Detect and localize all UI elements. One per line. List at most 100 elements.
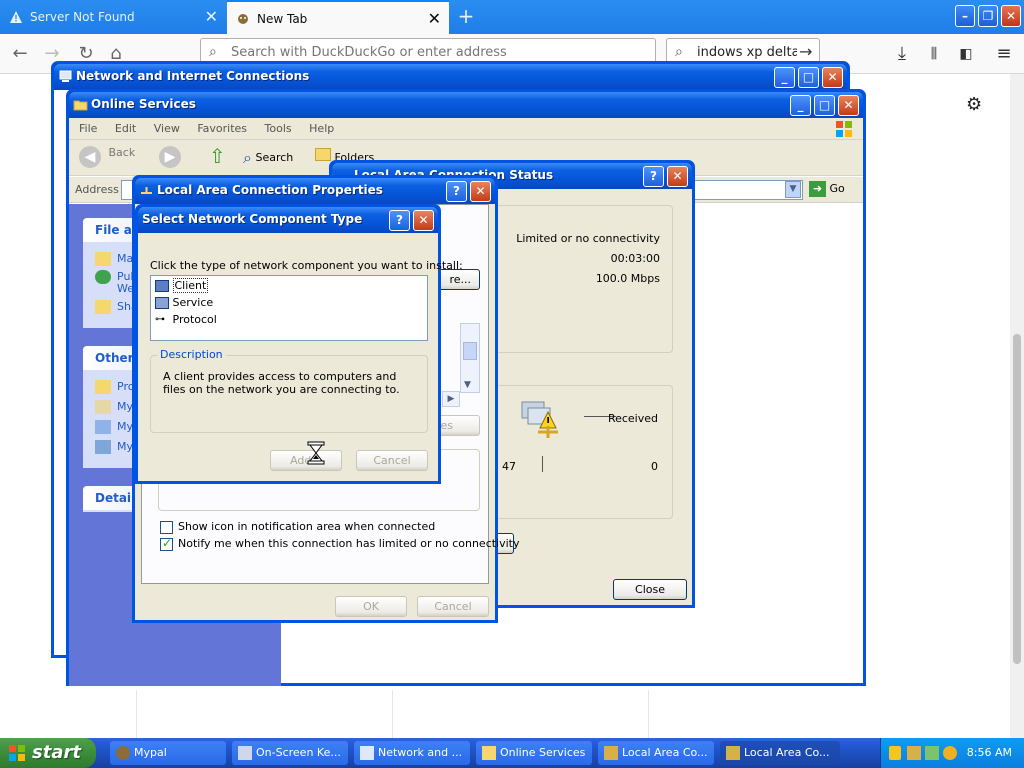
menu-tools[interactable]: Tools xyxy=(265,122,292,135)
menu-view[interactable]: View xyxy=(154,122,180,135)
browser-tab-bar: Server Not Found ✕ New Tab ✕ + – ❐ ✕ xyxy=(0,0,1024,34)
minimize-icon[interactable]: _ xyxy=(774,67,795,88)
menu-favorites[interactable]: Favorites xyxy=(197,122,247,135)
menu-icon[interactable]: ≡ xyxy=(992,42,1016,66)
network-warning-icon[interactable] xyxy=(907,746,921,760)
network-icon xyxy=(360,746,374,760)
mypal-icon xyxy=(116,746,130,760)
close-button[interactable]: Close xyxy=(613,579,687,600)
help-icon[interactable]: ? xyxy=(446,181,467,202)
minimize-icon[interactable]: _ xyxy=(790,95,811,116)
network-connection-icon xyxy=(141,187,152,194)
gear-icon[interactable]: ⚙ xyxy=(966,94,982,115)
component-list-scrollbar[interactable]: ▼ xyxy=(460,323,480,393)
clock[interactable]: 8:56 AM xyxy=(967,738,1012,768)
maximize-icon[interactable]: □ xyxy=(814,95,835,116)
menu-help[interactable]: Help xyxy=(309,122,334,135)
connection-speed: 100.0 Mbps xyxy=(595,272,660,285)
security-shield-icon[interactable] xyxy=(889,746,901,760)
help-icon[interactable]: ? xyxy=(643,166,664,187)
close-tab-icon[interactable]: ✕ xyxy=(205,0,218,34)
downloads-icon[interactable]: ⤓ xyxy=(890,42,914,66)
maximize-icon[interactable]: □ xyxy=(798,67,819,88)
cancel-button[interactable]: Cancel xyxy=(417,596,489,617)
minimize-icon[interactable]: – xyxy=(955,5,975,27)
chevron-down-icon[interactable]: ▼ xyxy=(785,181,801,198)
folder-icon xyxy=(482,746,496,760)
close-icon[interactable]: ✕ xyxy=(413,210,434,231)
list-item-client[interactable]: Client xyxy=(155,278,209,293)
search-button[interactable]: ⌕ Search xyxy=(243,148,293,168)
component-type-list[interactable]: Client Service ⊶ Protocol xyxy=(150,275,428,341)
taskbar-item-online-services[interactable]: Online Services xyxy=(476,741,592,765)
restore-icon[interactable]: ❐ xyxy=(978,5,998,27)
close-icon[interactable]: ✕ xyxy=(470,181,491,202)
scrollbar-thumb[interactable] xyxy=(1013,334,1021,664)
taskbar-item-osk[interactable]: On-Screen Ke... xyxy=(232,741,348,765)
taskbar-item-lac-properties[interactable]: Local Area Co... xyxy=(720,741,840,765)
search-tray-icon[interactable] xyxy=(943,746,957,760)
window-titlebar[interactable]: Network and Internet Connections _ □ ✕ xyxy=(54,64,847,90)
chevron-down-icon[interactable]: ▼ xyxy=(464,380,471,390)
url-input[interactable] xyxy=(231,45,641,60)
taskbar-item-lac-status[interactable]: Local Area Co... xyxy=(598,741,714,765)
close-tab-icon[interactable]: ✕ xyxy=(428,2,441,34)
globe-icon xyxy=(95,270,111,284)
up-folder-icon[interactable]: ⇧ xyxy=(209,144,226,168)
description-group: Description A client provides access to … xyxy=(150,348,428,433)
close-icon[interactable]: ✕ xyxy=(838,95,859,116)
received-value: 0 xyxy=(651,460,658,473)
warning-icon xyxy=(10,11,22,23)
menu-file[interactable]: File xyxy=(79,122,97,135)
close-icon[interactable]: ✕ xyxy=(667,166,688,187)
window-titlebar[interactable]: Online Services _ □ ✕ xyxy=(69,92,863,118)
list-item-service[interactable]: Service xyxy=(155,296,213,309)
window-titlebar[interactable]: Select Network Component Type ? ✕ xyxy=(138,207,438,233)
close-window-icon[interactable]: ✕ xyxy=(1001,5,1021,27)
client-icon xyxy=(155,280,169,292)
add-button[interactable]: Add... xyxy=(270,450,342,471)
window-titlebar[interactable]: Local Area Connection Properties ? ✕ xyxy=(135,178,495,204)
start-button[interactable]: start xyxy=(0,738,96,768)
scrollbar-thumb[interactable] xyxy=(463,342,477,360)
taskbar-item-mypal[interactable]: Mypal xyxy=(110,741,226,765)
tab-new-tab[interactable]: New Tab ✕ xyxy=(227,0,449,34)
tray-app-icon[interactable] xyxy=(925,746,939,760)
go-button[interactable]: ➜ Go xyxy=(809,181,845,197)
search-input[interactable] xyxy=(697,45,797,60)
task-item[interactable]: Ma xyxy=(95,252,133,266)
notify-checkbox[interactable] xyxy=(160,536,173,551)
back-button[interactable]: ◀ Back xyxy=(79,146,135,168)
place-item[interactable]: My xyxy=(95,440,133,454)
taskbar-label: Local Area Co... xyxy=(744,746,830,759)
go-arrow-icon[interactable]: → xyxy=(799,42,812,61)
menu-bar: File Edit View Favorites Tools Help xyxy=(69,118,863,140)
place-item[interactable]: My xyxy=(95,400,133,414)
list-item-protocol[interactable]: ⊶ Protocol xyxy=(155,313,217,326)
menu-edit[interactable]: Edit xyxy=(115,122,136,135)
new-tab-button[interactable]: + xyxy=(452,0,480,34)
tab-server-not-found[interactable]: Server Not Found ✕ xyxy=(0,0,226,34)
window-title: Select Network Component Type xyxy=(142,212,363,226)
forward-arrow-icon[interactable]: ▶ xyxy=(159,146,181,168)
folder-icon xyxy=(73,100,88,111)
go-label: Go xyxy=(829,182,845,195)
help-icon[interactable]: ? xyxy=(389,210,410,231)
show-icon-checkbox[interactable] xyxy=(160,521,173,534)
item-label: Service xyxy=(172,296,214,309)
library-icon[interactable]: ⫼ xyxy=(922,42,946,66)
service-icon xyxy=(155,297,169,309)
folder-icon xyxy=(95,380,111,394)
taskbar-item-network[interactable]: Network and ... xyxy=(354,741,470,765)
chevron-right-icon[interactable]: ▶ xyxy=(442,391,460,407)
place-item[interactable]: My xyxy=(95,420,133,434)
cancel-button[interactable]: Cancel xyxy=(356,450,428,471)
close-icon[interactable]: ✕ xyxy=(822,67,843,88)
taskbar: start Mypal On-Screen Ke... Network and … xyxy=(0,738,1024,768)
page-scrollbar[interactable] xyxy=(1010,74,1024,740)
show-icon-label: Show icon in notification area when conn… xyxy=(178,520,436,533)
back-arrow-icon[interactable]: ← xyxy=(8,42,32,66)
ok-button[interactable]: OK xyxy=(335,596,407,617)
place-item[interactable]: Pro xyxy=(95,380,134,394)
sidebar-icon[interactable]: ◧ xyxy=(954,42,978,66)
